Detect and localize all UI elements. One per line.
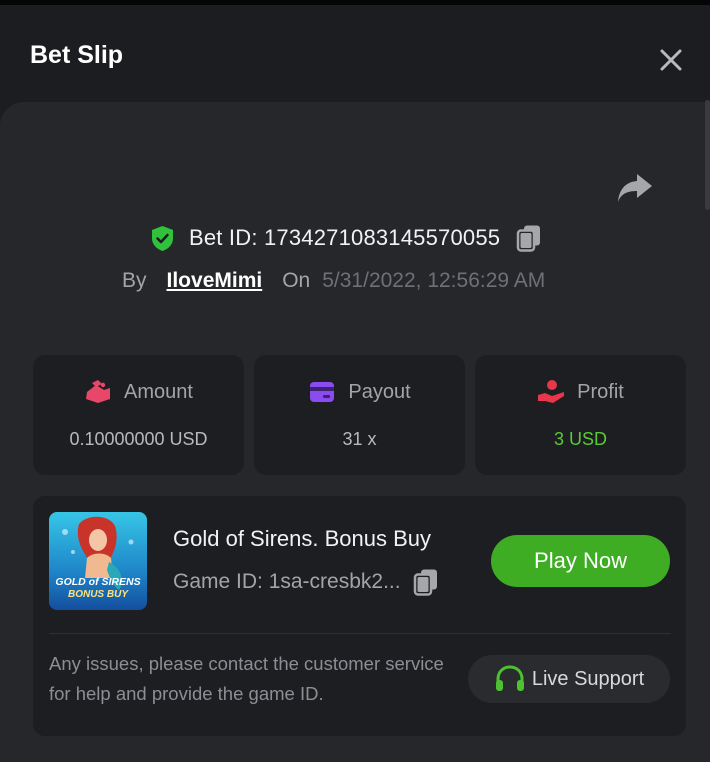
live-support-label: Live Support	[531, 667, 645, 690]
scrollbar[interactable]	[705, 100, 710, 210]
game-card: GOLD of SIRENS BONUS BUY Gold of Sirens.…	[33, 496, 686, 736]
payout-card-icon	[310, 382, 335, 402]
live-support-button[interactable]: Live Support	[468, 655, 670, 703]
game-id-row: Game ID: 1sa-cresbk2...	[173, 568, 439, 596]
by-label: By	[122, 269, 147, 292]
amount-icon	[86, 380, 111, 403]
bet-slip-header: Bet Slip	[0, 5, 710, 102]
bet-id: Bet ID: 1734271083145570055	[189, 225, 501, 250]
close-icon[interactable]	[656, 45, 686, 75]
share-icon[interactable]	[617, 172, 653, 204]
bet-author-row: By IloveMimi On 5/31/2022, 12:56:29 AM	[122, 266, 545, 296]
profit-label: Profit	[577, 380, 624, 403]
profit-hand-icon	[538, 380, 565, 403]
copy-icon[interactable]	[516, 224, 542, 252]
copy-icon[interactable]	[413, 568, 439, 596]
game-name: Gold of Sirens. Bonus Buy	[173, 526, 432, 551]
bet-id-row: Bet ID: 1734271083145570055	[150, 223, 542, 253]
game-id: Game ID: 1sa-cresbk2...	[173, 570, 401, 593]
divider	[49, 633, 671, 634]
game-thumbnail[interactable]: GOLD of SIRENS BONUS BUY	[49, 512, 147, 610]
amount-label: Amount	[124, 380, 193, 403]
thumbnail-title-line-1: GOLD of SIRENS	[55, 576, 141, 588]
support-notice: Any issues, please contact the customer …	[49, 653, 444, 704]
profit-value: 3 USD	[553, 429, 607, 449]
payout-label: Payout	[348, 380, 411, 403]
username-link[interactable]: IloveMimi	[167, 269, 263, 293]
verified-shield-icon	[152, 225, 173, 251]
headset-icon	[495, 665, 524, 691]
on-label: On	[282, 269, 311, 292]
thumbnail-title-line-2: BONUS BUY	[67, 589, 128, 600]
play-now-button[interactable]: Play Now	[491, 535, 670, 587]
amount-stat: Amount 0.10000000 USD	[33, 355, 244, 475]
page-title: Bet Slip	[30, 41, 124, 69]
payout-value: 31 x	[342, 429, 377, 449]
amount-value: 0.10000000 USD	[69, 429, 208, 449]
bet-datetime: 5/31/2022, 12:56:29 AM	[322, 269, 546, 292]
profit-stat: Profit 3 USD	[475, 355, 686, 475]
payout-stat: Payout 31 x	[254, 355, 465, 475]
